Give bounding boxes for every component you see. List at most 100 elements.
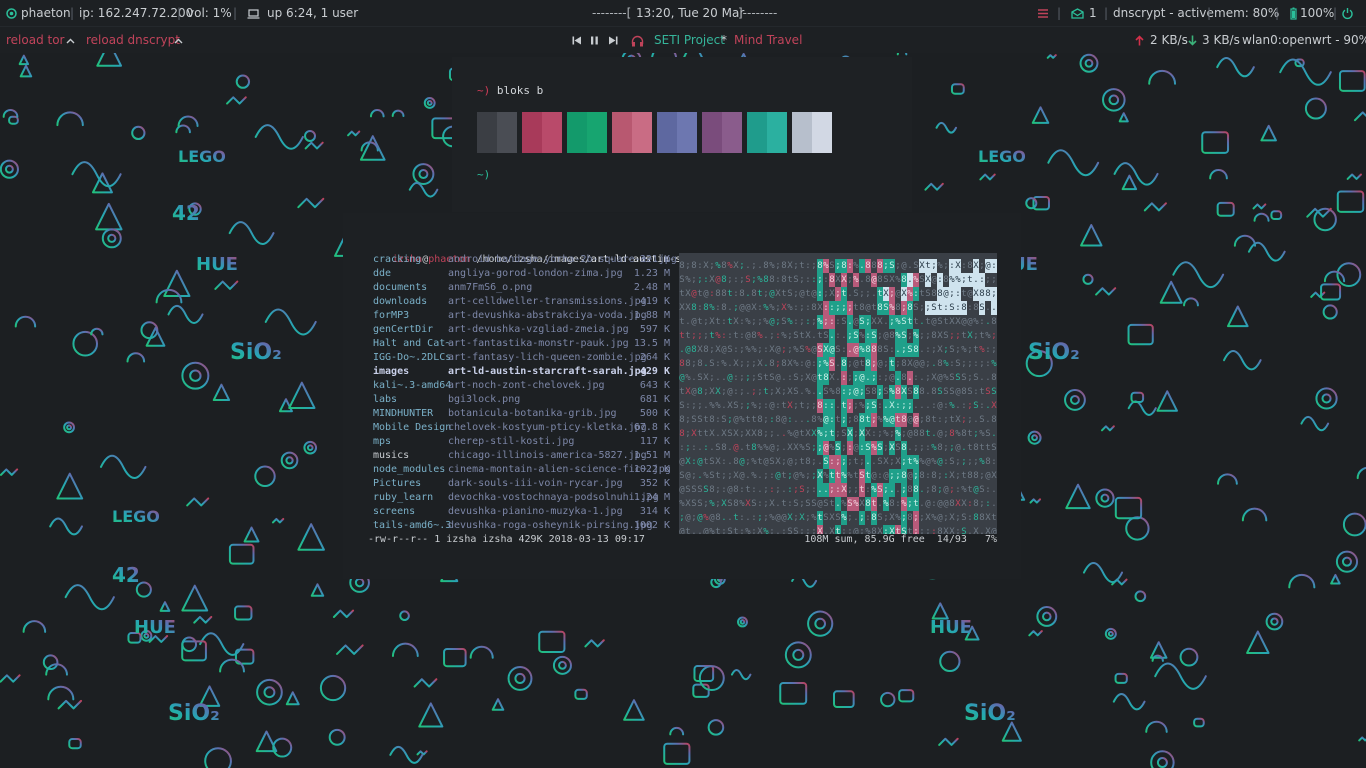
directory-item[interactable]: documents xyxy=(373,281,445,295)
color-swatch xyxy=(612,112,652,153)
file-name: chelovek-kostyum-pticy-kletka.jpg xyxy=(448,422,647,433)
battery-icon xyxy=(1290,0,1297,26)
separator: | xyxy=(1275,6,1280,20)
file-item[interactable]: art-celldweller-transmissions.jpg 419 K xyxy=(448,295,670,309)
ascii-row: @SSSS8;:@8:t:.;:;.:;S;:..;:X;;t:%S;..;88… xyxy=(679,483,997,497)
file-size: 321 K xyxy=(639,254,670,265)
color-swatch xyxy=(657,112,697,153)
svg-text:HUE: HUE xyxy=(134,617,176,638)
separator: | xyxy=(233,6,238,20)
file-item[interactable]: art-fantastika-monstr-pauk.jpg 13.5 M xyxy=(448,337,670,351)
file-size: 419 K xyxy=(639,296,670,307)
power-button[interactable] xyxy=(1341,0,1354,26)
volume[interactable]: vol: 1% xyxy=(187,0,232,26)
download-arrow-icon xyxy=(1188,27,1197,53)
file-size: 67.8 K xyxy=(633,422,670,433)
directory-item[interactable]: Halt and Cat~ xyxy=(373,337,451,351)
clock-deco-left: --------[ xyxy=(592,6,632,20)
file-item[interactable]: chicago-illinois-america-5827.jpg 1.51 M xyxy=(448,449,670,463)
file-item[interactable]: botanicula-botanika-grib.jpg 500 K xyxy=(448,407,670,421)
directory-item[interactable]: Mobile Design xyxy=(373,421,451,435)
file-size: 117 K xyxy=(639,436,670,447)
chevron-up-icon[interactable] xyxy=(174,27,183,53)
color-swatch xyxy=(792,112,832,153)
svg-text:SiO₂: SiO₂ xyxy=(964,701,1016,726)
chevron-up-icon[interactable] xyxy=(66,27,75,53)
file-item[interactable]: art-fantasy-lich-queen-zombie.jpg 264 K xyxy=(448,351,670,365)
file-item[interactable]: dark-souls-iii-voin-rycar.jpg 352 K xyxy=(448,477,670,491)
clock[interactable]: 13:20, Tue 20 Mar xyxy=(636,0,744,26)
file-item[interactable]: cinema-montain-alien-science-fic~.jpg 102… xyxy=(448,463,671,477)
ascii-row: tt;;;t%::t:@8%.;:%;StX.tS.:.;S%:S;@8%S;%… xyxy=(679,329,997,343)
directory-item[interactable]: node_modules xyxy=(373,463,445,477)
ascii-row: 8;XttX.XSX;XX8;;..%@tXX%;t;SX;XX:;%;%;@8… xyxy=(679,427,997,441)
file-name: anm7FmS6_o.png xyxy=(448,282,533,293)
menu-icon[interactable] xyxy=(1037,0,1049,26)
color-swatch xyxy=(567,112,607,153)
file-name: dark-souls-iii-voin-rycar.jpg xyxy=(448,478,623,489)
wifi-network: openwrt - 90% xyxy=(1282,33,1366,47)
mail-icon[interactable] xyxy=(1071,0,1084,26)
file-item[interactable]: android-bandage-yorha-2b-square-e~.jpg 32… xyxy=(448,253,677,267)
directory-item[interactable]: MINDHUNTER xyxy=(373,407,445,421)
ascii-row: @t..@%t;St:%;X%;.:SS;;;X.Xt;;@;%8X:XtSt;… xyxy=(679,519,997,534)
file-item[interactable]: anm7FmS6_o.png 2.48 M xyxy=(448,281,670,295)
reload-dnscrypt-button[interactable]: reload dnscrypt xyxy=(86,27,180,53)
file-size: 13.5 M xyxy=(633,338,670,349)
svg-text:SiO₂: SiO₂ xyxy=(230,340,282,365)
hostname: phaeton xyxy=(21,6,71,20)
file-item[interactable]: bgi3lock.png 681 K xyxy=(448,393,670,407)
reload-tor-button[interactable]: reload tor xyxy=(6,27,65,53)
directory-item[interactable]: tails-amd6~.3 xyxy=(373,519,451,533)
ascii-row: :;:.:.S8.@.t8%%@;.XX%S;;@%S;:@:S%S;XS8.;… xyxy=(679,441,997,455)
file-item[interactable]: art-noch-zont-chelovek.jpg 643 K xyxy=(448,379,670,393)
file-item[interactable]: art-devushka-abstrakciya-voda.jpg 1.88 M xyxy=(448,309,670,323)
track-separator: * xyxy=(721,33,727,47)
directory-item[interactable]: musics xyxy=(373,449,445,463)
directory-item[interactable]: downloads xyxy=(373,295,445,309)
separator: | xyxy=(1207,6,1212,20)
file-size: 352 K xyxy=(639,478,670,489)
pause-icon[interactable] xyxy=(590,27,599,53)
directory-item[interactable]: dde xyxy=(373,267,445,281)
ascii-row: XX8:8%:8.;@@X:%%;X%:;:8X::;;;t8@t8S%8;8S… xyxy=(679,301,997,315)
directory-item[interactable]: mps xyxy=(373,435,445,449)
previous-track-icon[interactable] xyxy=(572,27,582,53)
ascii-row: S%;;:X@8;:;S;%88:8tS;::;:8XX;%.8@8SX%8.%… xyxy=(679,273,997,287)
directory-item[interactable]: IGG-Do~.2DLCs xyxy=(373,351,451,365)
file-name: devushka-pianino-muzyka-1.jpg xyxy=(448,506,623,517)
prompt-line: ~) bloks b xyxy=(477,84,543,97)
separator: | xyxy=(1104,6,1109,20)
svg-text:HUE: HUE xyxy=(930,617,972,638)
prompt-symbol: ~) xyxy=(477,84,491,97)
file-item[interactable]: art-devushka-vzgliad-zmeia.jpg 597 K xyxy=(448,323,670,337)
file-item[interactable]: angliya-gorod-london-zima.jpg 1.23 M xyxy=(448,267,670,281)
separator: | xyxy=(1057,6,1062,20)
terminal-window-colors[interactable]: ~) bloks b ~) xyxy=(452,57,912,212)
file-name: art-celldweller-transmissions.jpg xyxy=(448,296,647,307)
file-item[interactable]: devushka-pianino-muzyka-1.jpg 314 K xyxy=(448,505,670,519)
directory-item[interactable]: screens xyxy=(373,505,445,519)
ascii-row: 8;8:X;%8%X;.;.8%;8X;t:;8%S;8:%.888;S;@.S… xyxy=(679,259,997,273)
next-track-icon[interactable] xyxy=(608,27,618,53)
directory-item[interactable]: Pictures xyxy=(373,477,445,491)
directory-item[interactable]: ruby_learn xyxy=(373,491,445,505)
clock-deco-right: ]-------- xyxy=(738,6,778,20)
download-speed: 3 KB/s xyxy=(1202,33,1240,47)
file-item[interactable]: devochka-vostochnaya-podsolnuhi.jpg 1.24 … xyxy=(448,491,670,505)
directory-item[interactable]: genCertDir xyxy=(373,323,445,337)
directory-item[interactable]: labs xyxy=(373,393,445,407)
file-item[interactable]: devushka-roga-osheynik-pirsing.jpg 1002 K xyxy=(448,519,670,533)
separator: | xyxy=(70,6,75,20)
file-item[interactable]: art-ld-austin-starcraft-sarah.jpg 429 K xyxy=(448,365,670,379)
file-name: cherep-stil-kosti.jpg xyxy=(448,436,575,447)
directory-item[interactable]: cracking xyxy=(373,253,445,267)
svg-text:SiO₂: SiO₂ xyxy=(1028,340,1080,365)
directory-item[interactable]: images xyxy=(373,365,445,379)
directory-item[interactable]: kali~.3-amd64 xyxy=(373,379,451,393)
terminal-window-ranger[interactable]: izsha@phaeton /home/izsha/images/art-ld-… xyxy=(343,213,1021,579)
file-item[interactable]: cherep-stil-kosti.jpg 117 K xyxy=(448,435,670,449)
directory-item[interactable]: forMP3 xyxy=(373,309,445,323)
file-item[interactable]: chelovek-kostyum-pticy-kletka.jpg 67.8 K xyxy=(448,421,670,435)
file-size: 264 K xyxy=(639,352,670,363)
